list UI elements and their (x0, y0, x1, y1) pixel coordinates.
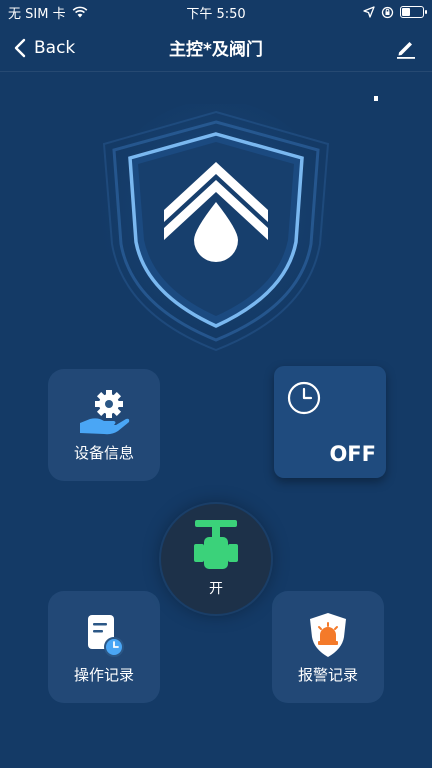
operation-log-tile[interactable]: 操作记录 (48, 591, 160, 703)
status-right (363, 6, 427, 19)
indicator-dot (374, 96, 378, 101)
orientation-lock-icon (381, 6, 394, 18)
nav-bar: Back 主控*及阀门 (0, 24, 432, 72)
device-info-label: 设备信息 (73, 444, 134, 462)
shield-water-drop-icon (98, 104, 334, 352)
valve-toggle-button[interactable]: 开 (161, 504, 271, 614)
document-clock-icon (88, 615, 124, 657)
clock-icon (287, 381, 321, 415)
alarm-shield-icon (310, 613, 346, 657)
back-button[interactable]: Back (14, 34, 75, 62)
chevron-left-icon (14, 38, 26, 58)
battery-level (402, 8, 410, 16)
device-info-tile[interactable]: 设备信息 (48, 369, 160, 481)
alarm-log-label: 报警记录 (297, 666, 358, 684)
status-bar: 无 SIM 卡 下午 5:50 (0, 0, 432, 24)
timer-toggle[interactable]: OFF (274, 366, 386, 478)
operation-log-label: 操作记录 (73, 666, 134, 684)
page-title: 主控*及阀门 (169, 40, 263, 60)
hand-gear-icon (80, 390, 130, 435)
location-arrow-icon (363, 6, 375, 18)
battery-icon (400, 6, 427, 18)
valve-state-label: 开 (209, 581, 223, 597)
edit-button[interactable] (394, 36, 418, 60)
wifi-icon (72, 6, 87, 18)
status-left: 无 SIM 卡 (8, 3, 88, 22)
pencil-icon (397, 42, 415, 59)
carrier-text: 无 SIM 卡 (8, 6, 66, 22)
timer-state: OFF (329, 442, 376, 466)
back-label: Back (34, 38, 76, 58)
valve-icon (194, 520, 238, 569)
alarm-log-tile[interactable]: 报警记录 (272, 591, 384, 703)
